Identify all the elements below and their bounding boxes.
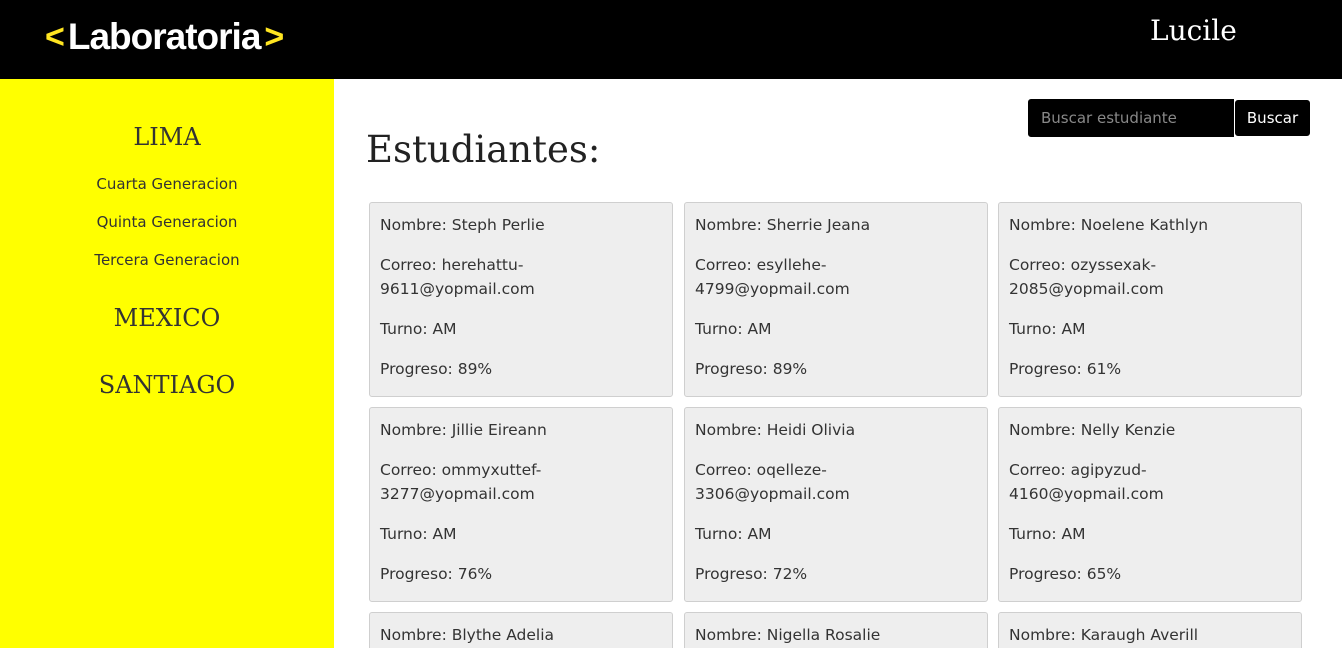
sidebar-city-mexico[interactable]: MEXICO [0, 304, 334, 332]
search-input[interactable] [1028, 99, 1234, 137]
sidebar-city-santiago[interactable]: SANTIAGO [0, 371, 334, 399]
student-progress: Progreso: 61% [1009, 360, 1122, 378]
student-shift: Turno: AM [1009, 525, 1086, 543]
student-card[interactable]: Nombre: Nigella Rosalie [684, 612, 988, 648]
sidebar-city-lima[interactable]: LIMA [0, 123, 334, 151]
student-email: Correo: oqelleze-3306@yopmail.com [695, 461, 850, 503]
student-progress: Progreso: 65% [1009, 565, 1122, 583]
student-card[interactable]: Nombre: Heidi Olivia Correo: oqelleze-33… [684, 407, 988, 602]
student-name: Nombre: Steph Perlie [380, 216, 545, 234]
student-email: Correo: esyllehe-4799@yopmail.com [695, 256, 850, 298]
student-progress: Progreso: 76% [380, 565, 493, 583]
page-title: Estudiantes: [366, 128, 601, 171]
student-name: Nombre: Noelene Kathlyn [1009, 216, 1209, 234]
student-shift: Turno: AM [1009, 320, 1086, 338]
student-name: Nombre: Jillie Eireann [380, 421, 547, 439]
laboratoria-logo[interactable]: < Laboratoria > [45, 14, 284, 60]
student-email: Correo: ozyssexak-2085@yopmail.com [1009, 256, 1164, 298]
student-card[interactable]: Nombre: Nelly Kenzie Correo: agipyzud-41… [998, 407, 1302, 602]
logo-text: Laboratoria [67, 16, 262, 57]
student-progress: Progreso: 89% [380, 360, 493, 378]
student-email: Correo: herehattu-9611@yopmail.com [380, 256, 535, 298]
student-name: Nombre: Nelly Kenzie [1009, 421, 1176, 439]
student-email: Correo: ommyxuttef-3277@yopmail.com [380, 461, 542, 503]
student-card[interactable]: Nombre: Jillie Eireann Correo: ommyxutte… [369, 407, 673, 602]
logo-left-bracket: < [45, 17, 65, 56]
student-name: Nombre: Karaugh Averill [1009, 626, 1199, 644]
logo-right-bracket: > [264, 17, 284, 56]
student-progress: Progreso: 89% [695, 360, 808, 378]
student-progress: Progreso: 72% [695, 565, 808, 583]
student-name: Nombre: Sherrie Jeana [695, 216, 871, 234]
student-shift: Turno: AM [695, 525, 772, 543]
student-name: Nombre: Blythe Adelia [380, 626, 555, 644]
student-card[interactable]: Nombre: Karaugh Averill [998, 612, 1302, 648]
top-navbar: < Laboratoria > Lucile [0, 0, 1342, 79]
student-shift: Turno: AM [695, 320, 772, 338]
sidebar-item-cuarta-generacion[interactable]: Cuarta Generacion [0, 175, 334, 193]
sidebar-item-tercera-generacion[interactable]: Tercera Generacion [0, 251, 334, 269]
student-shift: Turno: AM [380, 320, 457, 338]
student-card[interactable]: Nombre: Noelene Kathlyn Correo: ozyssexa… [998, 202, 1302, 397]
student-name: Nombre: Heidi Olivia [695, 421, 856, 439]
student-shift: Turno: AM [380, 525, 457, 543]
student-card[interactable]: Nombre: Blythe Adelia [369, 612, 673, 648]
sidebar: LIMA Cuarta Generacion Quinta Generacion… [0, 79, 334, 648]
student-card[interactable]: Nombre: Sherrie Jeana Correo: esyllehe-4… [684, 202, 988, 397]
student-name: Nombre: Nigella Rosalie [695, 626, 881, 644]
sidebar-item-quinta-generacion[interactable]: Quinta Generacion [0, 213, 334, 231]
search-button[interactable]: Buscar [1234, 99, 1311, 137]
student-email: Correo: agipyzud-4160@yopmail.com [1009, 461, 1164, 503]
student-card[interactable]: Nombre: Steph Perlie Correo: herehattu-9… [369, 202, 673, 397]
user-name[interactable]: Lucile [1150, 14, 1237, 47]
